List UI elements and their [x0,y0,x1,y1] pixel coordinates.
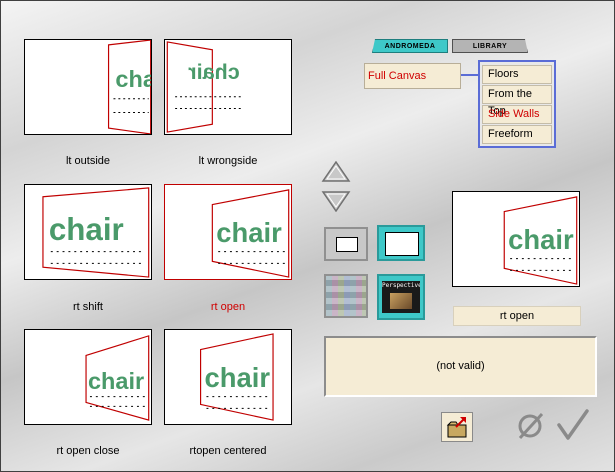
thumbnail-lt-wrongside[interactable]: chair [164,39,292,135]
thumbnail-rt-open-word: chair [216,217,282,248]
thumbnail-caption: rtopen centered [189,445,267,457]
andromeda-dialog: chair lt outside chair lt wrongside chai… [0,0,615,472]
texture-button[interactable] [324,274,368,318]
thumbnail-rt-open-close-image: chair [85,335,150,421]
menu-item-floors[interactable]: Floors [482,65,552,84]
checkmark-icon [557,409,589,440]
thumbnail-caption-selected: rt open [210,301,246,313]
preview-word: chair [508,224,574,255]
scroll-down-button[interactable] [321,190,351,215]
triangle-up-icon [321,160,351,182]
menu-item-side-walls[interactable]: Side Walls [482,105,552,124]
thumbnail-rt-open-close-word: chair [88,368,144,394]
cancel-button[interactable] [516,411,546,441]
rectangle-small-icon [336,237,358,252]
thumbnail-rtopen-centered-image: chair [199,333,274,421]
thumbnail-rt-open[interactable]: chair [164,184,292,280]
thumbnail-caption: rt open close [56,445,120,457]
ok-button[interactable] [556,409,590,441]
cancel-icon [518,412,544,440]
texture-pattern-icon [326,276,366,316]
thumbnail-rtopen-centered-word: chair [205,362,271,393]
perspective-icon: Perspective [382,281,420,313]
small-frame-button[interactable] [324,227,368,261]
thumbnail-caption: rt shift [73,301,103,313]
open-file-button[interactable] [441,412,473,442]
preview-name-field: rt open [453,306,581,326]
scroll-up-button[interactable] [321,160,351,186]
perspective-label: Perspective [382,282,420,289]
thumbnail-lt-outside[interactable]: chair [24,39,152,135]
thumbnail-rt-shift-image: chair [42,187,150,278]
thumbnail-rt-shift-word: chair [49,212,124,247]
perspective-button[interactable]: Perspective [377,274,425,320]
thumbnail-rt-open-close[interactable]: chair [24,329,152,425]
thumbnail-rtopen-centered[interactable]: chair [164,329,292,425]
thumbnail-lt-outside-image: chair [107,40,151,134]
perspective-image [390,293,412,309]
large-frame-button[interactable] [377,225,425,261]
thumbnail-lt-wrongside-image: chair [166,41,244,133]
preview-image: chair [452,191,580,287]
folder-open-icon [446,417,467,438]
thumbnail-lt-outside-word: chair [115,66,151,92]
menu-item-freeform[interactable]: Freeform [482,125,552,144]
menu-item-from-the-top[interactable]: From the Top [482,85,552,117]
thumbnail-caption: lt outside [65,155,111,167]
canvas-option-field[interactable]: Full Canvas [364,63,461,89]
thumbnail-rt-open-image: chair [211,189,290,278]
thumbnail-lt-wrongside-word: chair [188,60,240,84]
rectangle-large-icon [385,232,419,256]
preview-image-graphic: chair [503,196,578,285]
mode-menu: Floors From the Top Side Walls Freeform [478,60,556,148]
triangle-down-icon [321,191,351,213]
thumbnail-rt-shift[interactable]: chair [24,184,152,280]
tab-andromeda[interactable]: ANDROMEDA [372,39,448,53]
thumbnail-caption: lt wrongside [198,155,258,167]
tab-library[interactable]: LIBRARY [452,39,528,53]
status-panel: (not valid) [324,336,597,397]
